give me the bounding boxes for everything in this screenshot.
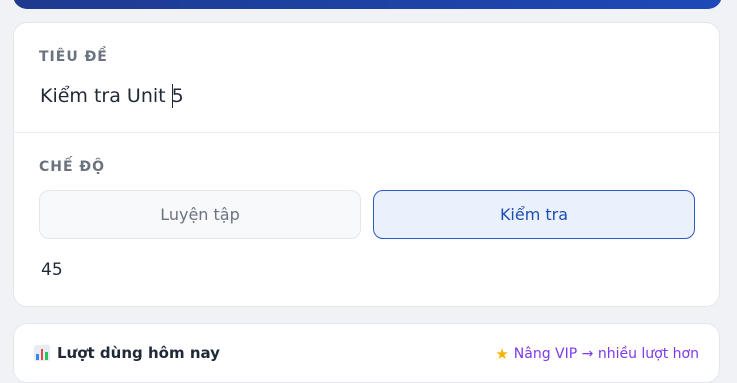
question-count-value[interactable]: 45 (41, 260, 63, 280)
star-icon: ★ (495, 345, 509, 363)
title-input[interactable] (40, 81, 680, 111)
usage-title: Lượt dùng hôm nay (34, 344, 220, 362)
title-label: TIÊU ĐỀ (39, 49, 108, 65)
upgrade-vip-link[interactable]: ★ Nâng VIP → nhiều lượt hơn (495, 345, 699, 363)
text-caret (172, 84, 173, 108)
usage-title-text: Lượt dùng hôm nay (57, 344, 220, 362)
section-divider (14, 132, 719, 133)
mode-label: CHẾ ĐỘ (39, 159, 106, 175)
mode-practice-button[interactable]: Luyện tập (39, 190, 361, 239)
mode-test-button[interactable]: Kiểm tra (373, 190, 695, 239)
usage-card: Lượt dùng hôm nay ★ Nâng VIP → nhiều lượ… (13, 323, 720, 383)
upgrade-vip-text: Nâng VIP → nhiều lượt hơn (513, 346, 699, 362)
header-banner (13, 0, 722, 9)
quiz-settings-card: TIÊU ĐỀ CHẾ ĐỘ Luyện tập Kiểm tra 45 (13, 22, 720, 307)
